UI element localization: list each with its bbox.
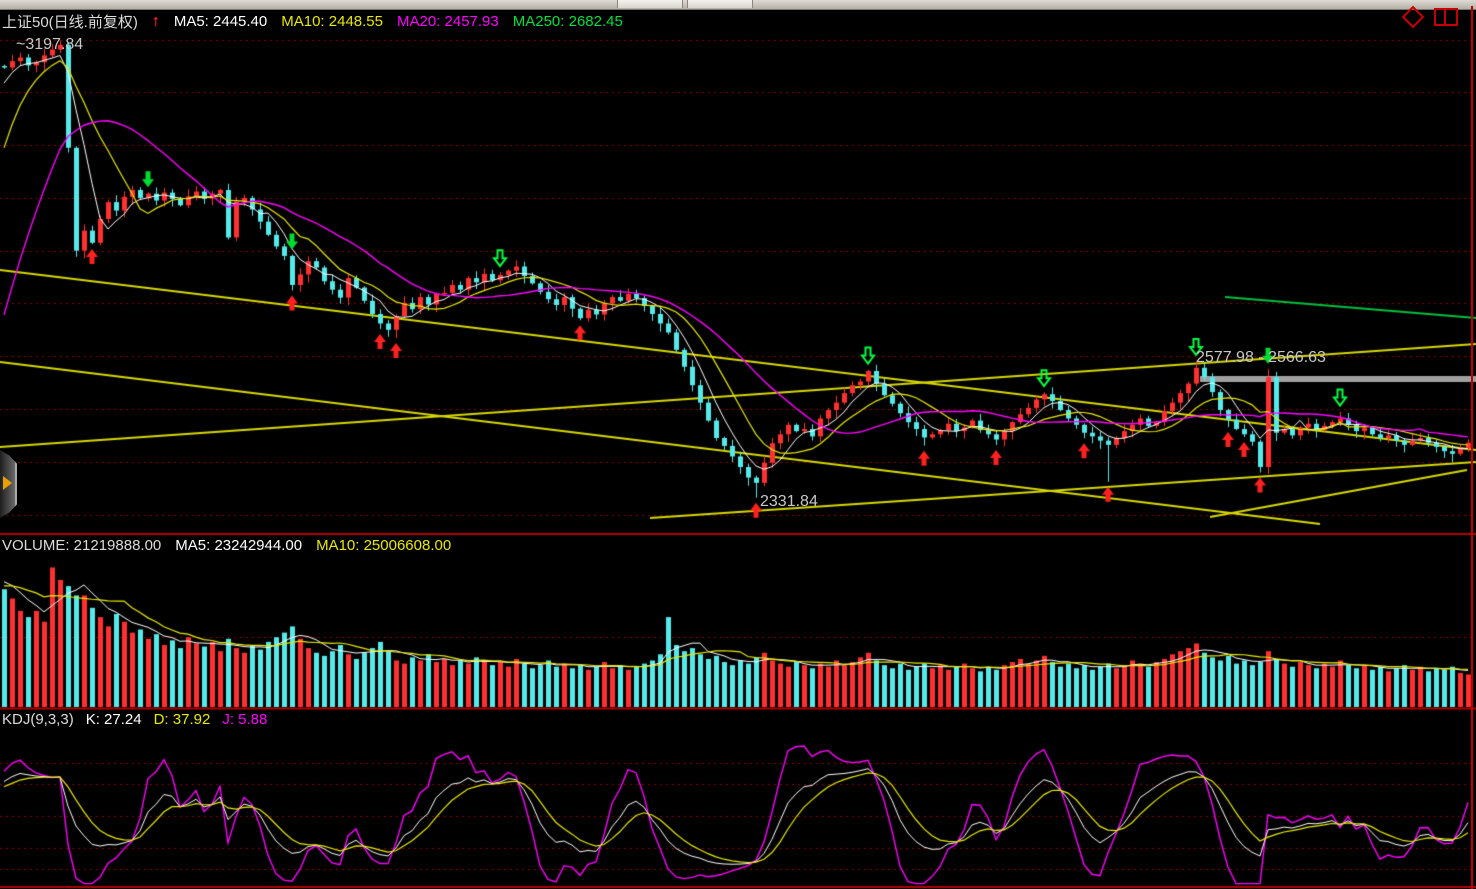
ma5-value: MA5: 2445.40 bbox=[174, 13, 267, 30]
chart-title: 上证50(日线.前复权) bbox=[2, 11, 138, 32]
kdj-k-value: K: 27.24 bbox=[86, 711, 142, 728]
top-toolbar bbox=[0, 0, 1476, 10]
volume-value: VOLUME: 21219888.00 bbox=[2, 537, 161, 554]
ma20-value: MA20: 2457.93 bbox=[397, 13, 499, 30]
up-arrow-icon: ↑ bbox=[152, 13, 160, 31]
chart-canvas[interactable] bbox=[0, 0, 1476, 889]
low-price-label: 2331.84 bbox=[760, 493, 818, 511]
main-chart-header: 上证50(日线.前复权) ↑ MA5: 2445.40 MA10: 2448.5… bbox=[2, 11, 623, 32]
split-window-icon[interactable] bbox=[1434, 8, 1458, 26]
window-right-border bbox=[1471, 6, 1473, 889]
volume-ma5-value: MA5: 23242944.00 bbox=[175, 537, 302, 554]
stock-app-window: 上证50(日线.前复权) ↑ MA5: 2445.40 MA10: 2448.5… bbox=[0, 0, 1476, 889]
split-window-icon-divider bbox=[1441, 10, 1446, 24]
ma10-value: MA10: 2448.55 bbox=[281, 13, 383, 30]
peak-price-label: ~3197.84 bbox=[16, 36, 83, 54]
kdj-pane-header: KDJ(9,3,3) K: 27.24 D: 37.92 J: 5.88 bbox=[2, 711, 267, 728]
expand-arrow-icon bbox=[3, 476, 12, 490]
volume-pane-header: VOLUME: 21219888.00 MA5: 23242944.00 MA1… bbox=[2, 537, 451, 554]
kdj-indicator-label: KDJ(9,3,3) bbox=[2, 711, 74, 728]
resistance-zone-label: 2577.98 - 2566.63 bbox=[1196, 349, 1326, 367]
ma250-value: MA250: 2682.45 bbox=[513, 13, 623, 30]
kdj-d-value: D: 37.92 bbox=[154, 711, 211, 728]
kdj-j-value: J: 5.88 bbox=[222, 711, 267, 728]
volume-ma10-value: MA10: 25006608.00 bbox=[316, 537, 451, 554]
toolbar-button[interactable] bbox=[617, 0, 683, 8]
toolbar-button[interactable] bbox=[687, 0, 753, 8]
